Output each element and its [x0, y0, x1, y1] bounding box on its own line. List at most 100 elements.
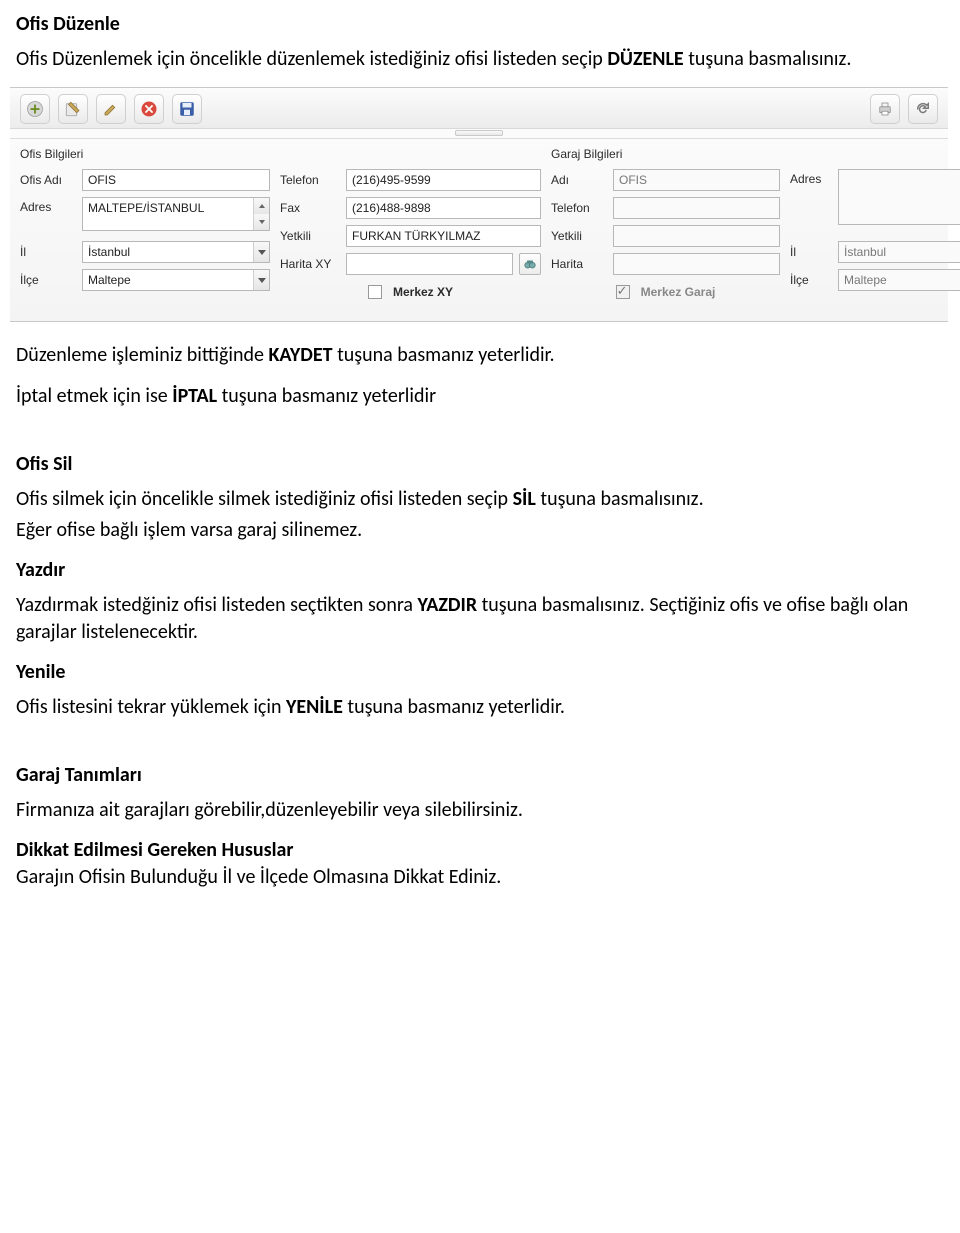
text: Ofis Düzenlemek için öncelikle düzenleme…	[16, 47, 607, 71]
label-garaj-ilce: İlçe	[790, 273, 832, 287]
app-panel: Ofis Bilgileri Ofis Adı Adres MALTEPE/İS…	[10, 87, 948, 322]
para-kaydet: Düzenleme işleminiz bittiğinde KAYDET tu…	[16, 342, 944, 369]
heading-ofis-duzenle: Ofis Düzenle	[16, 12, 944, 36]
select-il[interactable]	[82, 241, 270, 263]
refresh-icon	[914, 100, 932, 118]
input-garaj-adi[interactable]	[613, 169, 780, 191]
edit-button[interactable]	[58, 94, 88, 124]
chevron-down-icon[interactable]	[253, 270, 269, 290]
edit2-button[interactable]	[96, 94, 126, 124]
toolbar	[10, 88, 948, 129]
heading-ofis-sil: Ofis Sil	[16, 452, 944, 476]
toolbar-right	[870, 94, 938, 124]
text: Ofis listesini tekrar yüklemek için	[16, 695, 286, 719]
col-garaj-left: Garaj Bilgileri Adı Telefon Yetkili Hari…	[551, 147, 780, 309]
label-garaj-yetkili: Yetkili	[551, 229, 607, 243]
save-icon	[178, 100, 196, 118]
text: Düzenleme işleminiz bittiğinde	[16, 343, 268, 367]
para-duzenle-intro: Ofis Düzenlemek için öncelikle düzenleme…	[16, 46, 944, 73]
text: tuşuna basmanız yeterlidir.	[333, 343, 555, 367]
text-bold: SİL	[513, 487, 536, 511]
spacer	[280, 147, 541, 161]
input-garaj-ilce[interactable]	[838, 269, 960, 291]
text-bold: YENİLE	[286, 695, 343, 719]
label-il: İl	[20, 245, 76, 259]
refresh-button[interactable]	[908, 94, 938, 124]
para-dikkat: Garajın Ofisin Bulunduğu İl ve İlçede Ol…	[16, 864, 944, 891]
section-garaj-bilgileri: Garaj Bilgileri	[551, 147, 780, 161]
select-ilce[interactable]	[82, 269, 270, 291]
label-adres: Adres	[20, 197, 76, 214]
pencil-note-icon	[64, 100, 82, 118]
input-garaj-telefon[interactable]	[613, 197, 780, 219]
input-fax[interactable]	[346, 197, 541, 219]
text-bold: KAYDET	[268, 343, 332, 367]
binoculars-icon	[523, 257, 537, 271]
input-adres[interactable]: MALTEPE/İSTANBUL	[82, 197, 270, 231]
text: İptal etmek için ise	[16, 384, 172, 408]
label-garaj-adi: Adı	[551, 173, 607, 187]
label-merkez-garaj: Merkez Garaj	[641, 285, 716, 299]
printer-icon	[876, 100, 894, 118]
checkbox-merkez-garaj	[616, 285, 630, 299]
plus-circle-icon	[26, 100, 44, 118]
text: tuşuna basmalısınız.	[684, 47, 852, 71]
para-sil-note: Eğer ofise bağlı işlem varsa garaj silin…	[16, 517, 944, 544]
form-area: Ofis Bilgileri Ofis Adı Adres MALTEPE/İS…	[10, 139, 948, 321]
scroll-up-icon[interactable]	[253, 198, 269, 214]
scroll-down-icon[interactable]	[253, 214, 269, 230]
input-harita-xy[interactable]	[346, 253, 513, 275]
text-bold: YAZDIR	[418, 593, 478, 617]
input-telefon[interactable]	[346, 169, 541, 191]
text: tuşuna basmanız yeterlidir	[217, 384, 436, 408]
spacer	[790, 147, 960, 161]
grip-icon	[455, 130, 503, 136]
input-garaj-adres[interactable]	[838, 169, 960, 225]
delete-icon	[140, 100, 158, 118]
label-ilce: İlçe	[20, 273, 76, 287]
print-button[interactable]	[870, 94, 900, 124]
col-garaj-right: Adres İl İlçe	[790, 147, 960, 309]
add-button[interactable]	[20, 94, 50, 124]
text: tuşuna basmalısınız.	[536, 487, 704, 511]
col-ofis-left: Ofis Bilgileri Ofis Adı Adres MALTEPE/İS…	[20, 147, 270, 309]
label-garaj-harita: Harita	[551, 257, 607, 271]
input-ofis-adi[interactable]	[82, 169, 270, 191]
label-yetkili: Yetkili	[280, 229, 340, 243]
para-yazdir: Yazdırmak istedğiniz ofisi listeden seçt…	[16, 592, 944, 646]
text-bold: DÜZENLE	[607, 47, 683, 71]
label-telefon: Telefon	[280, 173, 340, 187]
label-merkez-xy: Merkez XY	[393, 285, 453, 299]
label-fax: Fax	[280, 201, 340, 215]
para-iptal: İptal etmek için ise İPTAL tuşuna basman…	[16, 383, 944, 410]
text: tuşuna basmanız yeterlidir.	[343, 695, 565, 719]
label-harita-xy: Harita XY	[280, 257, 340, 271]
input-garaj-il[interactable]	[838, 241, 960, 263]
pencil-icon	[102, 100, 120, 118]
label-ofis-adi: Ofis Adı	[20, 173, 76, 187]
toolbar-left	[20, 94, 202, 124]
para-sil: Ofis silmek için öncelikle silmek istedi…	[16, 486, 944, 513]
chevron-down-icon[interactable]	[253, 242, 269, 262]
input-garaj-harita[interactable]	[613, 253, 780, 275]
col-ofis-right: Telefon Fax Yetkili Harita XY Merkez X	[280, 147, 541, 309]
input-garaj-yetkili[interactable]	[613, 225, 780, 247]
para-yenile: Ofis listesini tekrar yüklemek için YENİ…	[16, 694, 944, 721]
heading-yazdir: Yazdır	[16, 558, 944, 582]
section-ofis-bilgileri: Ofis Bilgileri	[20, 147, 270, 161]
delete-button[interactable]	[134, 94, 164, 124]
input-yetkili[interactable]	[346, 225, 541, 247]
map-pick-button[interactable]	[519, 253, 541, 275]
save-button[interactable]	[172, 94, 202, 124]
checkbox-merkez-xy[interactable]	[368, 285, 382, 299]
text: Yazdırmak istedğiniz ofisi listeden seçt…	[16, 593, 418, 617]
text: Ofis silmek için öncelikle silmek istedi…	[16, 487, 513, 511]
label-garaj-il: İl	[790, 245, 832, 259]
heading-garaj-tanimlari: Garaj Tanımları	[16, 763, 944, 787]
splitter-strip[interactable]	[10, 129, 948, 139]
text-bold: İPTAL	[172, 384, 217, 408]
label-garaj-telefon: Telefon	[551, 201, 607, 215]
heading-dikkat: Dikkat Edilmesi Gereken Hususlar	[16, 838, 944, 862]
heading-yenile: Yenile	[16, 660, 944, 684]
label-garaj-adres: Adres	[790, 169, 832, 186]
